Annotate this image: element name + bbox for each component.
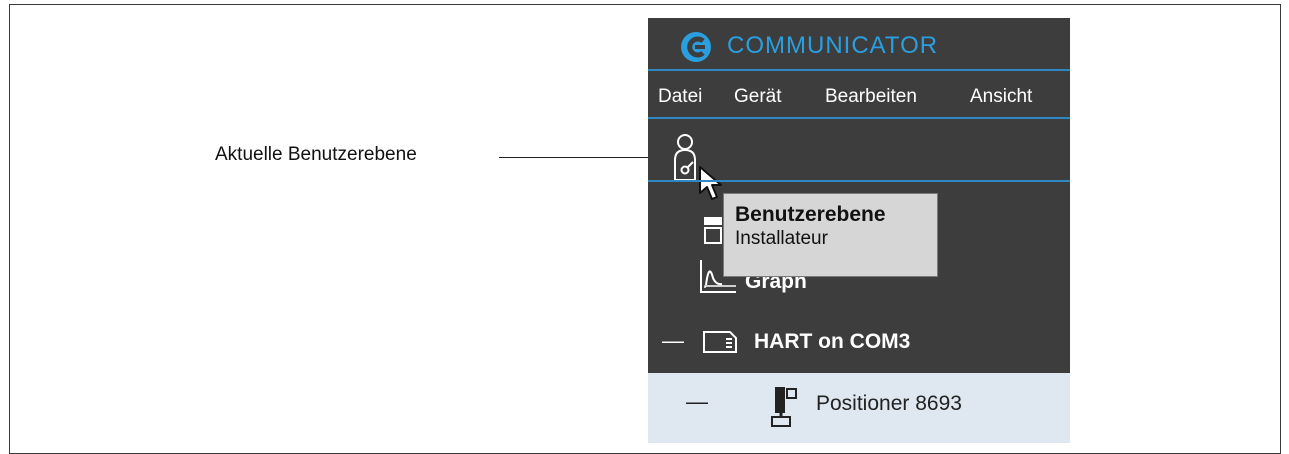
tooltip-title: Benutzerebene: [735, 203, 886, 226]
window-icon: [704, 217, 722, 244]
callout-label: Aktuelle Benutzerebene: [215, 144, 417, 165]
menu-datei[interactable]: Datei: [658, 86, 702, 108]
menu-geraet[interactable]: Gerät: [734, 86, 782, 108]
divider-toolbar: [648, 180, 1070, 182]
positioner-icon: [771, 387, 797, 427]
folder-icon: [703, 331, 737, 353]
user-level-tooltip: Benutzerebene Installateur: [723, 193, 938, 277]
tree-item-positioner-label[interactable]: Positioner 8693: [816, 392, 962, 416]
title-bar: COMMUNICATOR: [648, 18, 1070, 70]
tooltip-value: Installateur: [735, 228, 828, 249]
menu-bearbeiten[interactable]: Bearbeiten: [825, 86, 917, 108]
menu-ansicht[interactable]: Ansicht: [970, 86, 1032, 108]
figure-frame: [9, 4, 1281, 454]
tree-row-positioner[interactable]: — Positioner 8693: [648, 373, 1070, 443]
app-title: COMMUNICATOR: [727, 32, 939, 59]
divider-menu: [648, 117, 1070, 119]
menu-bar: Datei Gerät Bearbeiten Ansicht: [648, 80, 1070, 114]
divider-top: [648, 69, 1070, 71]
communicator-logo-icon: [681, 32, 711, 62]
tree-item-hart-label[interactable]: HART on COM3: [754, 330, 910, 354]
collapse-icon[interactable]: —: [662, 328, 684, 354]
collapse-icon[interactable]: —: [686, 389, 708, 415]
